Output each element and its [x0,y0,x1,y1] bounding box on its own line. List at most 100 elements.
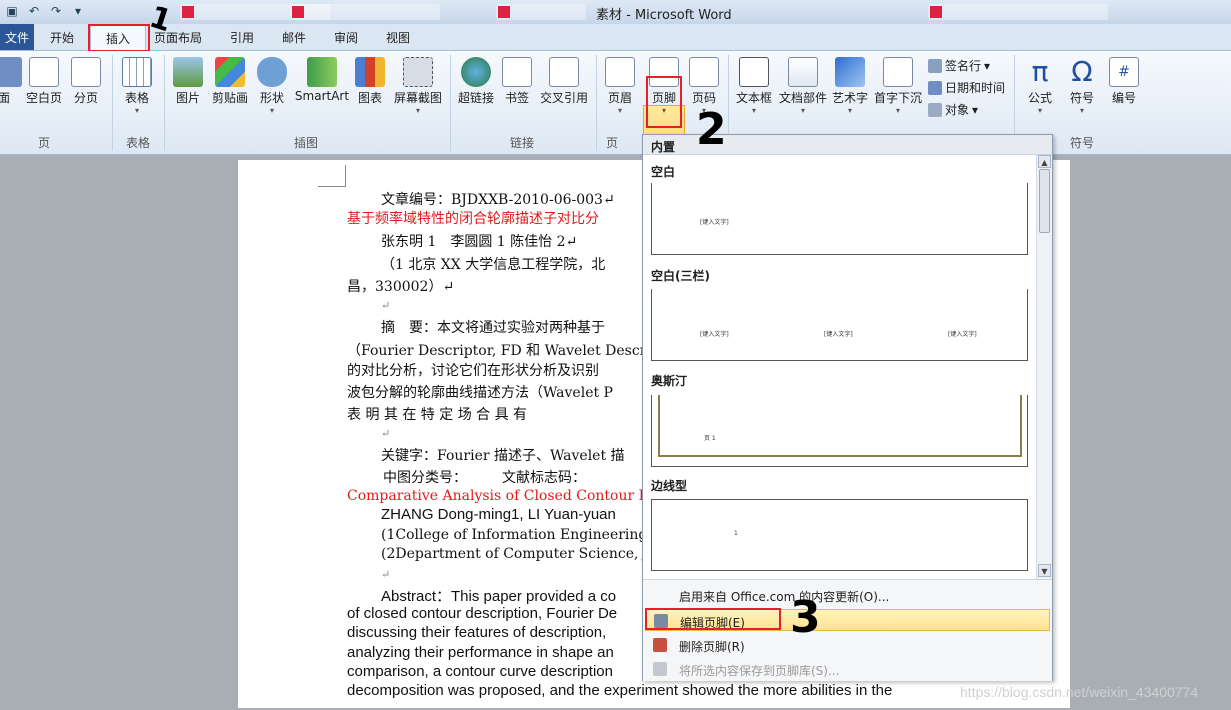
doc-line: (1College of Information Engineering, [381,527,652,543]
group-divider [596,55,597,151]
chart-button[interactable]: 图表 [354,55,386,106]
smartart-icon [307,57,337,87]
pi-icon: π [1031,55,1049,88]
paragraph-mark: ↵ [381,568,391,581]
group-pages-label: 页 [38,136,51,150]
chart-icon [355,57,385,87]
background-window-tab [496,4,586,20]
placeholder-text: 页 1 [704,435,716,442]
menu-item-remove-footer[interactable]: 删除页脚(R) [645,634,1050,656]
quick-access-toolbar: ▣ ↶ ↷ ▾ [4,3,86,19]
doc-line: of closed contour description, Fourier D… [347,605,618,622]
page-number-icon [689,57,719,87]
blank-page-button[interactable]: 空白页 [24,55,64,106]
placeholder-text: [键入文字] [824,331,853,338]
austin-border [658,395,1022,457]
symbol-button[interactable]: Ω 符号 ▾ [1064,55,1100,116]
table-button[interactable]: 表格 ▾ [120,55,154,116]
scroll-up-arrow-icon[interactable]: ▲ [1038,155,1051,168]
doc-line: （Fourier Descriptor, FD 和 Wavelet Descr [347,343,647,359]
cross-reference-icon [549,57,579,87]
doc-line: 中图分类号： 文献标志码： [383,470,586,486]
gallery-item-title: 空白 [651,165,676,179]
picture-button[interactable]: 图片 [172,55,204,106]
background-window-tab [290,4,440,20]
cross-reference-button[interactable]: 交叉引用 [538,55,590,106]
menu-item-office-updates[interactable]: 启用来自 Office.com 的内容更新(O)... [645,584,1050,606]
gallery-item-title: 边线型 [651,479,688,493]
wordart-button[interactable]: 艺术字 ▾ [830,55,870,116]
background-window-tab [928,4,1108,20]
paragraph-mark: ↵ [381,427,391,440]
bookmark-button[interactable]: 书签 [502,55,532,106]
blank-page-icon [29,57,59,87]
undo-icon[interactable]: ↶ [26,3,42,19]
screenshot-button[interactable]: 屏幕截图 ▾ [392,55,444,116]
wordart-icon [835,57,865,87]
annotation-step-2: 2 [696,104,727,155]
doc-line: 表 明 其 在 特 定 场 合 具 有 [347,407,528,423]
equation-button[interactable]: π 公式 ▾ [1022,55,1058,116]
save-to-gallery-icon [653,662,667,676]
tab-home[interactable]: 开始 [50,29,74,46]
scroll-down-arrow-icon[interactable]: ▼ [1038,564,1051,577]
doc-line: 昌，330002）↵ [347,279,455,295]
group-links-label: 链接 [510,136,535,150]
text-box-button[interactable]: 文本框 ▾ [734,55,774,116]
drop-cap-button[interactable]: 首字下沉 ▾ [872,55,924,116]
doc-line: discussing their features of description… [347,624,607,641]
tab-file[interactable]: 文件 [0,24,34,50]
doc-title-en: Comparative Analysis of Closed Contour D… [347,488,659,504]
placeholder-text: [键入文字] [700,331,729,338]
date-time-button[interactable]: 日期和时间 [928,79,1005,96]
gallery-scrollbar[interactable]: ▲ ▼ [1036,155,1052,579]
tab-review[interactable]: 审阅 [334,29,358,46]
header-button[interactable]: 页眉 ▾ [604,55,636,116]
gallery-menu: 启用来自 Office.com 的内容更新(O)... 编辑页脚(E) 删除页脚… [643,579,1052,681]
camera-icon [403,57,433,87]
scroll-thumb[interactable] [1039,169,1050,233]
object-icon [928,102,942,117]
number-icon: # [1109,57,1139,87]
bookmark-icon [502,57,532,87]
hyperlink-button[interactable]: 超链接 [456,55,496,106]
highlight-edit-footer [645,608,781,630]
customize-qat-icon[interactable]: ▾ [70,3,86,19]
redo-icon[interactable]: ↷ [48,3,64,19]
ribbon-tabs: 文件 开始 插入 页面布局 引用 邮件 审阅 视图 [0,24,1231,51]
drop-cap-icon [883,57,913,87]
picture-icon [173,57,203,87]
menu-item-save-to-gallery[interactable]: 将所选内容保存到页脚库(S)... [645,658,1050,680]
save-icon[interactable]: ▣ [4,3,20,19]
group-divider [112,55,113,151]
signature-icon [928,58,942,73]
placeholder-text: [键入文字] [948,331,977,338]
page-break-button[interactable]: 分页 [70,55,102,106]
footer-option-sideline[interactable]: 1 [651,499,1028,571]
calendar-icon [928,80,942,95]
smartart-button[interactable]: SmartArt [294,55,350,103]
doc-line: 波包分解的轮廓曲线描述方法（Wavelet P [347,385,613,401]
clipart-button[interactable]: 剪贴画 [210,55,250,106]
footer-option-blank-three-column[interactable]: [键入文字] [键入文字] [键入文字] [651,289,1028,361]
footer-option-blank[interactable]: [键入文字] [651,183,1028,255]
number-button[interactable]: # 编号 [1106,55,1142,106]
doc-line: analyzing their performance in shape an [347,644,614,661]
doc-line: (2Department of Computer Science, Ji [381,546,653,562]
quick-parts-button[interactable]: 文档部件 ▾ [778,55,828,116]
text-box-icon [739,57,769,87]
doc-line: comparison, a contour curve description [347,663,613,680]
tab-view[interactable]: 视图 [386,29,410,46]
table-icon [122,57,152,87]
tab-references[interactable]: 引用 [230,29,254,46]
doc-line: 关键字：Fourier 描述子、Wavelet 描 [381,448,625,464]
group-symbols-label: 符号 [1070,136,1095,150]
shapes-button[interactable]: 形状 ▾ [256,55,288,116]
tab-mailings[interactable]: 邮件 [282,29,306,46]
gallery-item-title: 奥斯汀 [651,374,688,388]
signature-line-button[interactable]: 签名行 ▾ [928,57,990,74]
footer-option-austin[interactable]: 页 1 [651,395,1028,467]
cover-page-button[interactable]: 面 [0,55,22,106]
doc-title-cn: 基于频率域特性的闭合轮廓描述子对比分 [347,211,599,227]
object-button[interactable]: 对象 ▾ [928,101,978,118]
